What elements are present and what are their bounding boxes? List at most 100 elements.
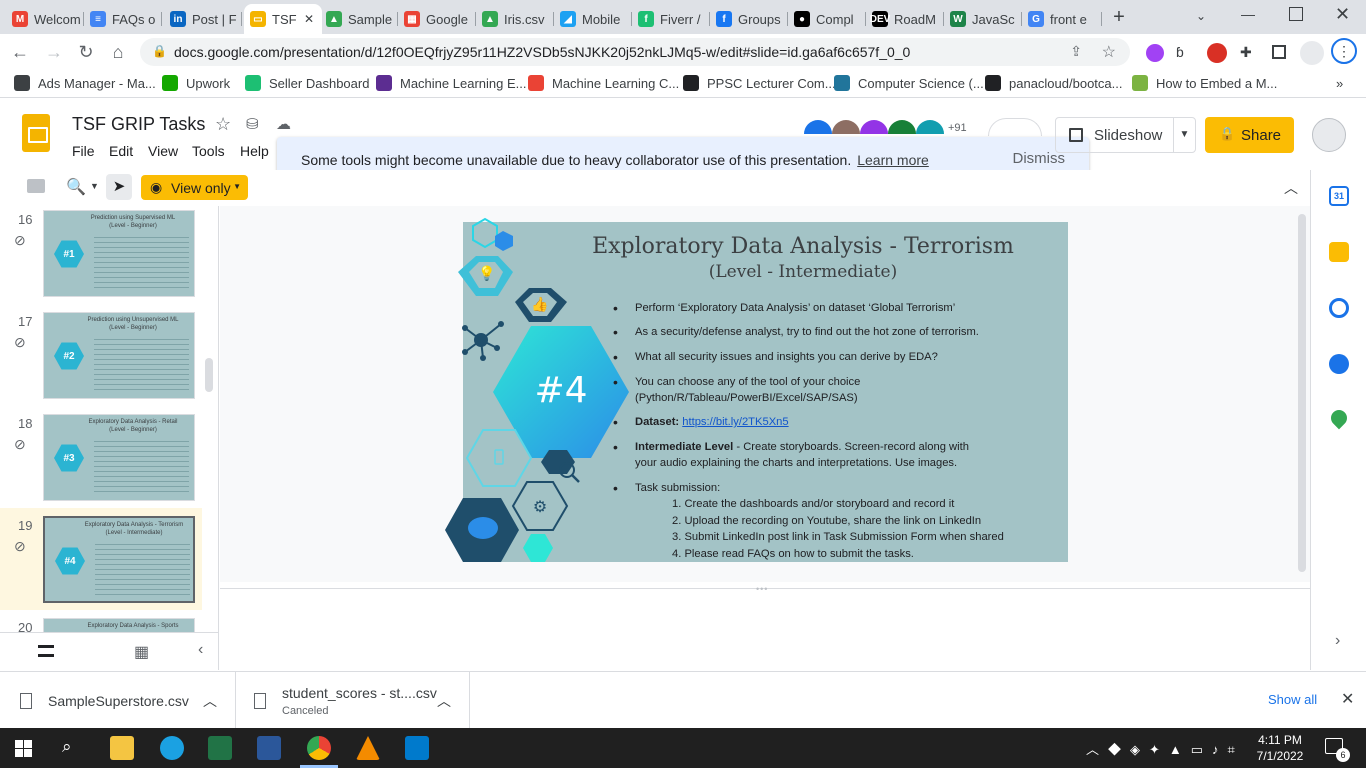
browser-tab[interactable]: ◢ Mobile	[554, 4, 632, 34]
browser-menu-icon[interactable]: ⋮	[1331, 38, 1357, 64]
close-downloads-icon[interactable]: ✕	[1341, 689, 1354, 709]
bookmark-star-icon[interactable]: ☆	[1102, 42, 1116, 62]
profile-avatar[interactable]	[1300, 41, 1324, 65]
print-icon[interactable]	[27, 179, 45, 193]
search-icon[interactable]: ⌕	[62, 737, 72, 757]
browser-tab[interactable]: f Groups	[710, 4, 788, 34]
extension-pen-icon[interactable]	[1146, 44, 1164, 62]
file-explorer-icon[interactable]	[110, 736, 134, 760]
calendar-icon[interactable]: 31	[1329, 186, 1349, 206]
browser-tab[interactable]: ▭ TSF ✕	[244, 4, 322, 34]
close-tab-icon[interactable]: ✕	[304, 12, 314, 26]
slide-thumbnail[interactable]: Prediction using Supervised ML (Level - B…	[43, 210, 195, 297]
forward-button[interactable]: →	[42, 40, 66, 64]
filmstrip-scrollbar[interactable]	[205, 358, 213, 392]
star-icon[interactable]: ☆	[215, 114, 231, 135]
menu-help[interactable]: Help	[240, 143, 269, 159]
menu-view[interactable]: View	[148, 143, 178, 159]
browser-tab[interactable]: ▲ Iris.csv	[476, 4, 554, 34]
bookmark-item[interactable]: Upwork	[162, 75, 230, 91]
menu-edit[interactable]: Edit	[109, 143, 133, 159]
browser-tab[interactable]: Gfront e	[1022, 4, 1102, 34]
canvas-scrollbar[interactable]	[1298, 214, 1306, 572]
cloud-status-icon[interactable]: ☁	[276, 115, 291, 133]
slide-thumbnail[interactable]: Prediction using Unsupervised ML (Level -…	[43, 312, 195, 399]
download-item[interactable]: student_scores - st....csv Canceled ︿	[254, 672, 470, 729]
system-clock[interactable]: 4:11 PM 7/1/2022	[1252, 732, 1308, 764]
slideshow-dropdown-icon[interactable]: ▼	[1173, 118, 1195, 152]
menu-file[interactable]: File	[72, 143, 95, 159]
slides-logo-icon[interactable]	[22, 114, 50, 152]
minimize-button[interactable]: —	[1241, 6, 1257, 22]
new-tab-button[interactable]: +	[1108, 6, 1130, 28]
close-window-button[interactable]: ✕	[1335, 4, 1353, 24]
slide-thumbnail[interactable]: Exploratory Data Analysis - Retail (Level…	[43, 414, 195, 501]
adblock-icon[interactable]	[1207, 43, 1227, 63]
keep-icon[interactable]	[1329, 242, 1349, 262]
windows-start-icon[interactable]	[15, 740, 32, 757]
slide-thumbnail[interactable]: Exploratory Data Analysis - Terrorism (Le…	[43, 516, 195, 603]
view-only-button[interactable]: ◉ View only ▼	[141, 175, 248, 200]
learn-more-link[interactable]: Learn more	[857, 152, 929, 168]
collapse-toolbar-icon[interactable]: ︿	[1284, 178, 1298, 198]
bookmark-item[interactable]: Computer Science (...	[834, 75, 984, 91]
bookmark-item[interactable]: PPSC Lecturer Com...	[683, 75, 836, 91]
menu-tools[interactable]: Tools	[192, 143, 225, 159]
slide-thumbnail[interactable]: Exploratory Data Analysis - Sports	[43, 618, 195, 632]
zoom-dropdown-icon[interactable]: ▼	[90, 181, 99, 191]
list-view-icon[interactable]	[38, 645, 54, 657]
maps-icon[interactable]	[1327, 406, 1351, 430]
side-panel-icon[interactable]	[1272, 45, 1286, 59]
browser-tab[interactable]: ● Compl	[788, 4, 866, 34]
restore-button[interactable]	[1289, 7, 1303, 21]
extensions-puzzle-icon[interactable]: ✚	[1240, 44, 1256, 60]
notes-resize-handle[interactable]: •••	[756, 584, 774, 594]
bookmarks-overflow-icon[interactable]: »	[1336, 76, 1343, 91]
browser-tab[interactable]: in Post | F	[164, 4, 242, 34]
account-avatar[interactable]	[1312, 118, 1346, 152]
browser-tab[interactable]: ≡ FAQs o	[84, 4, 162, 34]
vscode-icon[interactable]	[405, 736, 429, 760]
chevron-up-icon[interactable]: ︿	[203, 691, 217, 711]
move-icon[interactable]: ⛁	[246, 115, 259, 133]
document-title[interactable]: TSF GRIP Tasks	[72, 114, 205, 135]
back-button[interactable]: ←	[8, 40, 32, 64]
speaker-notes[interactable]: •••	[220, 584, 1310, 670]
browser-tab[interactable]: ▲ Sample	[320, 4, 398, 34]
extension-icon[interactable]: ɓ	[1176, 44, 1192, 60]
bookmark-item[interactable]: Machine Learning E...	[376, 75, 526, 91]
collaborator-avatars[interactable]: +91	[804, 120, 984, 134]
browser-tab[interactable]: DEV RoadM	[866, 4, 944, 34]
zoom-icon[interactable]: 🔍	[66, 177, 86, 197]
vlc-icon[interactable]	[356, 736, 380, 760]
address-bar[interactable]: 🔒 docs.google.com/presentation/d/12f0OEQ…	[140, 38, 1130, 66]
grid-view-icon[interactable]: ▦	[134, 642, 149, 662]
chrome-icon[interactable]	[307, 736, 331, 760]
slideshow-button[interactable]: Slideshow ▼	[1055, 117, 1196, 153]
browser-tab[interactable]: f Fiverr /	[632, 4, 710, 34]
bookmark-item[interactable]: Machine Learning C...	[528, 75, 679, 91]
edge-icon[interactable]	[160, 736, 184, 760]
collapse-filmstrip-icon[interactable]: ‹	[198, 641, 203, 659]
share-page-icon[interactable]: ⇪	[1070, 43, 1082, 60]
bookmark-item[interactable]: Ads Manager - Ma...	[14, 75, 156, 91]
home-button[interactable]: ⌂	[106, 40, 130, 64]
bookmark-item[interactable]: How to Embed a M...	[1132, 75, 1277, 91]
share-button[interactable]: 🔒 Share	[1205, 117, 1294, 153]
select-pointer-icon[interactable]: ➤	[106, 174, 132, 200]
chevron-up-icon[interactable]: ︿	[437, 691, 451, 711]
contacts-icon[interactable]	[1329, 354, 1349, 374]
download-item[interactable]: SampleSuperstore.csv ︿	[20, 672, 236, 729]
browser-tab[interactable]: ▦ Google	[398, 4, 476, 34]
tab-search-icon[interactable]: ⌄	[1196, 9, 1212, 25]
tasks-icon[interactable]	[1329, 298, 1349, 318]
show-all-downloads[interactable]: Show all	[1268, 692, 1317, 707]
word-icon[interactable]	[257, 736, 281, 760]
browser-tab[interactable]: M Welcom	[6, 4, 84, 34]
system-tray-icons[interactable]: ︿◆◈✦▲▭♪⌗	[1086, 739, 1244, 758]
reload-button[interactable]: ↻	[74, 40, 98, 64]
expand-side-panel-icon[interactable]: ›	[1335, 632, 1340, 650]
dataset-link[interactable]: https://bit.ly/2TK5Xn5	[682, 416, 788, 428]
browser-tab[interactable]: W JavaSc	[944, 4, 1022, 34]
bookmark-item[interactable]: panacloud/bootca...	[985, 75, 1122, 91]
